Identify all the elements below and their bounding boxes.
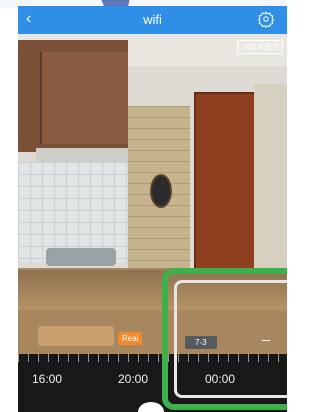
annotation-highlight: I: [162, 268, 287, 410]
time-label: 20:00: [118, 372, 149, 386]
video-barometer: [150, 174, 172, 208]
time-label: 16:00: [32, 372, 63, 386]
video-tiles: [18, 162, 128, 262]
network-speed-badge: ↓84 KB/S: [237, 40, 283, 54]
video-breadboard: [38, 326, 114, 346]
live-badge[interactable]: Real: [118, 332, 143, 345]
top-nav-bar: ‹ wifi: [18, 6, 287, 34]
video-right-wall: [254, 84, 287, 294]
video-sink: [46, 248, 116, 266]
gear-icon[interactable]: [257, 10, 275, 28]
app-frame: ‹ wifi ↓84 KB/S 16:00 20:00 00:00 Real 7…: [0, 0, 287, 412]
annotation-inner-outline: [174, 280, 287, 398]
video-cabinet-door: [40, 52, 128, 144]
page-title: wifi: [143, 12, 162, 27]
